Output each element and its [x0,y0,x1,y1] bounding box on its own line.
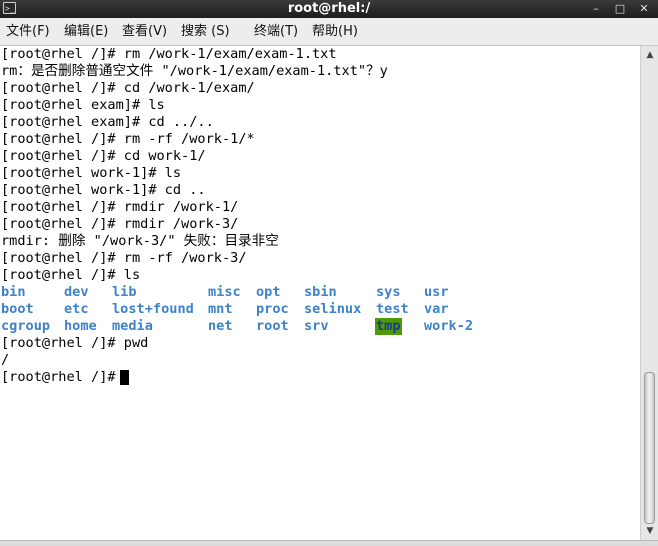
terminal-line: rmdir: 删除 "/work-3/" 失败：目录非空 [1,233,279,249]
menu-edit[interactable]: 编辑(E) [64,18,108,46]
terminal-line: [root@rhel /]# rmdir /work-1/ [1,199,239,215]
terminal-line: / [1,352,10,368]
scroll-down-icon[interactable]: ▼ [643,524,657,538]
ls-entry-lib: lib [112,284,137,300]
maximize-button[interactable]: □ [612,1,628,17]
terminal-line: [root@rhel work-1]# cd .. [1,182,206,198]
menu-bar: 文件(F) 编辑(E) 查看(V) 搜索 (S) 终端(T) 帮助(H) [0,18,658,46]
menu-help[interactable]: 帮助(H) [312,18,358,46]
terminal-line: [root@rhel /]# cd work-1/ [1,148,206,164]
ls-entry-misc: misc [208,284,241,300]
ls-entry-etc: etc [64,301,89,317]
ls-entry-srv: srv [304,318,329,334]
ls-entry-dev: dev [64,284,89,300]
ls-entry-proc: proc [256,301,289,317]
ls-entry-cgroup: cgroup [1,318,51,334]
ls-entry-bin: bin [1,284,26,300]
window-bottom-edge [0,540,658,546]
ls-entry-boot: boot [1,301,34,317]
menu-terminal[interactable]: 终端(T) [254,18,298,46]
ls-entry-work-2: work-2 [424,318,474,334]
vertical-scrollbar[interactable]: ▲ ▼ [640,46,658,540]
terminal-line: [root@rhel /]# rm -rf /work-1/* [1,131,255,147]
ls-entry-opt: opt [256,284,281,300]
terminal-line: [root@rhel exam]# ls [1,97,165,113]
ls-entry-var: var [424,301,449,317]
terminal-line: [root@rhel /]# cd /work-1/exam/ [1,80,255,96]
ls-entry-root: root [256,318,289,334]
terminal-line: [root@rhel /]# ls [1,267,141,283]
terminal-line: [root@rhel exam]# cd ../.. [1,114,214,130]
menu-search[interactable]: 搜索 (S) [181,18,230,46]
minimize-button[interactable]: – [588,1,604,17]
menu-file[interactable]: 文件(F) [6,18,50,46]
terminal-output[interactable]: [root@rhel /]# rm /work-1/exam/exam-1.tx… [0,46,640,540]
ls-entry-sys: sys [376,284,401,300]
menu-view[interactable]: 查看(V) [122,18,167,46]
terminal-window: >_ root@rhel:/ – □ ✕ 文件(F) 编辑(E) 查看(V) 搜… [0,0,658,546]
scroll-thumb[interactable] [644,372,655,524]
ls-entry-test: test [376,301,409,317]
text-cursor [120,370,129,385]
title-bar[interactable]: >_ root@rhel:/ – □ ✕ [0,0,658,18]
terminal-line: rm：是否删除普通空文件 "/work-1/exam/exam-1.txt"？y [1,63,388,79]
terminal-line: [root@rhel work-1]# ls [1,165,182,181]
ls-entry-tmp: tmp [375,318,402,335]
ls-entry-mnt: mnt [208,301,233,317]
ls-entry-usr: usr [424,284,449,300]
ls-entry-lost-found: lost+found [112,301,194,317]
ls-entry-selinux: selinux [304,301,362,317]
terminal-line: [root@rhel /]# rm /work-1/exam/exam-1.tx… [1,46,337,62]
terminal-line: [root@rhel /]# rmdir /work-3/ [1,216,239,232]
ls-entry-net: net [208,318,233,334]
ls-entry-sbin: sbin [304,284,337,300]
terminal-prompt: [root@rhel /]# [1,369,124,385]
terminal-line: [root@rhel /]# pwd [1,335,149,351]
ls-entry-media: media [112,318,153,334]
close-button[interactable]: ✕ [636,1,652,17]
terminal-line: [root@rhel /]# rm -rf /work-3/ [1,250,247,266]
scroll-up-icon[interactable]: ▲ [643,48,657,62]
window-title: root@rhel:/ [287,1,371,16]
ls-entry-home: home [64,318,97,334]
